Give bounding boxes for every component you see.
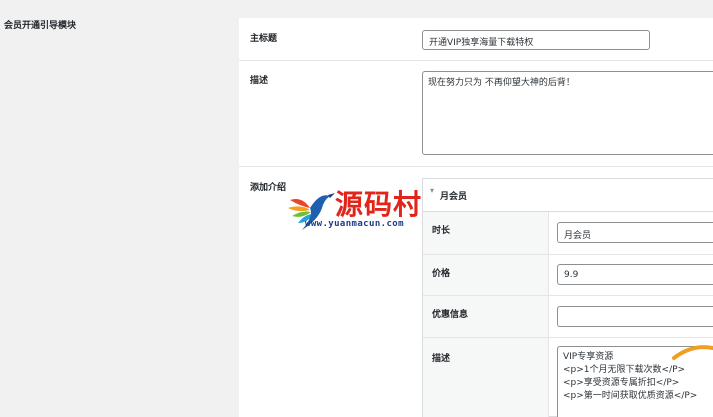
group-description-label: 描述: [432, 354, 451, 364]
main-title-input[interactable]: 开通VIP独享海量下载特权: [422, 30, 650, 50]
discount-input[interactable]: [557, 306, 713, 327]
divider: [423, 337, 713, 338]
price-input[interactable]: 9.9: [557, 264, 713, 285]
divider: [239, 166, 713, 167]
swoosh-decoration: [672, 345, 713, 360]
section-label: 会员开通引导模块: [4, 21, 77, 31]
divider: [423, 295, 713, 296]
duration-input[interactable]: 月会员: [557, 222, 713, 243]
price-label: 价格: [432, 269, 451, 279]
description-line: <p>第一时间获取优质资源</P>: [563, 391, 698, 401]
caret-down-icon[interactable]: ▾: [430, 186, 434, 195]
main-title-label: 主标题: [250, 34, 278, 44]
watermark-url: www.yuanmacun.com: [305, 219, 404, 229]
duration-label: 时长: [432, 226, 451, 236]
discount-label: 优惠信息: [432, 310, 469, 320]
divider: [239, 60, 713, 61]
description-textarea[interactable]: 现在努力只为 不再仰望大神的后背！: [422, 71, 713, 155]
description-label: 描述: [250, 76, 269, 86]
description-line: <p>享受资源专属折扣</P>: [563, 378, 680, 388]
divider: [548, 212, 549, 417]
add-intro-label: 添加介绍: [250, 183, 287, 193]
divider: [423, 254, 713, 255]
watermark-text: 源码村: [335, 188, 423, 221]
group-title: 月会员: [440, 192, 468, 202]
